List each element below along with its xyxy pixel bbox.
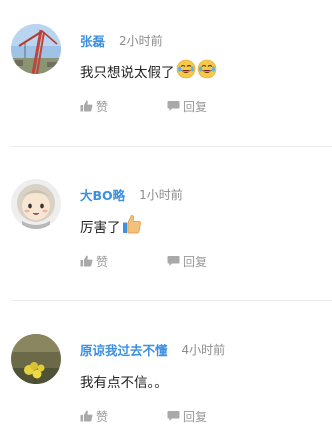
like-button[interactable]: 赞 (80, 252, 108, 270)
comment-meta: 原谅我过去不懂 4小时前 (80, 339, 225, 359)
divider (11, 300, 332, 301)
like-label: 赞 (96, 254, 109, 269)
like-label: 赞 (96, 99, 109, 114)
timestamp: 1小时前 (139, 187, 183, 202)
comment-text-body: 我有点不信。。 (80, 375, 168, 391)
timestamp: 4小时前 (181, 342, 226, 357)
tears-of-joy-emoji-icon (176, 59, 196, 83)
username[interactable]: 张磊 (80, 31, 105, 50)
like-label: 赞 (96, 409, 109, 424)
thumbs-up-emoji-icon (122, 214, 142, 238)
avatar[interactable] (11, 179, 61, 229)
crane-photo-avatar-image (11, 24, 61, 74)
reply-label: 回复 (183, 99, 208, 114)
speech-bubble-icon (167, 256, 180, 266)
timestamp: 2小时前 (119, 33, 163, 48)
comment-text: 我只想说太假了 (80, 59, 217, 83)
reply-button[interactable]: 回复 (167, 97, 207, 115)
avatar[interactable] (11, 334, 61, 384)
thumbs-up-icon (80, 410, 93, 422)
thumbs-up-icon (80, 100, 93, 112)
username[interactable]: 原谅我过去不懂 (80, 340, 168, 359)
like-button[interactable]: 赞 (80, 407, 108, 425)
flower-photo-avatar-image (11, 334, 61, 384)
comment-meta: 大BO略 1小时前 (80, 184, 183, 204)
comment-text-body: 厉害了 (80, 220, 121, 236)
comment-text: 厉害了 (80, 214, 142, 238)
comment-text: 我有点不信。。 (80, 369, 168, 393)
comment-list: 张磊 2小时前 我只想说太假了 赞 回复 大BO略 1小时前 厉害了 赞 回复 … (0, 0, 332, 447)
speech-bubble-icon (167, 101, 180, 111)
reply-button[interactable]: 回复 (167, 407, 207, 425)
avatar[interactable] (11, 24, 61, 74)
cartoon-character-avatar-image (11, 179, 61, 229)
reply-button[interactable]: 回复 (167, 252, 207, 270)
comment-text-body: 我只想说太假了 (80, 65, 175, 81)
speech-bubble-icon (167, 411, 180, 421)
divider (11, 146, 332, 147)
like-button[interactable]: 赞 (80, 97, 108, 115)
comment-meta: 张磊 2小时前 (80, 30, 163, 50)
username[interactable]: 大BO略 (80, 185, 125, 204)
reply-label: 回复 (183, 254, 208, 269)
reply-label: 回复 (183, 409, 208, 424)
tears-of-joy-emoji-icon (197, 59, 217, 83)
thumbs-up-icon (80, 255, 93, 267)
